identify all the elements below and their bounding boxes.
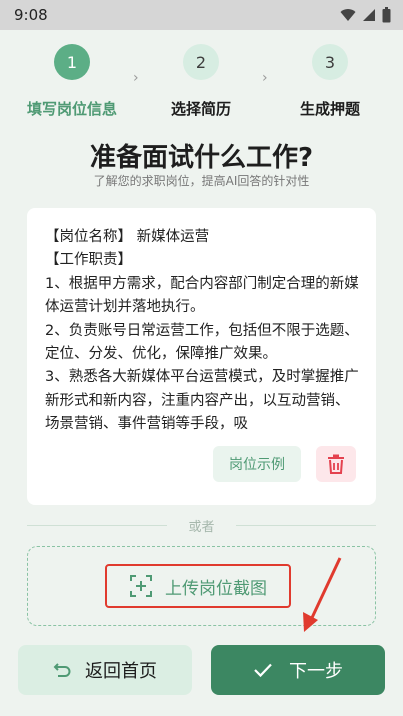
back-arrow-icon (53, 663, 71, 677)
status-bar: 9:08 (0, 0, 403, 30)
jd-line: 1、根据甲方需求，配合内容部门制定合理的新媒体运营计划并落地执行。 (45, 275, 359, 316)
or-divider: 或者 (27, 515, 376, 535)
step-1: 1 填写岗位信息 (12, 44, 132, 119)
step-3-circle: 3 (312, 44, 348, 80)
back-home-label: 返回首页 (85, 661, 157, 682)
back-home-button[interactable]: 返回首页 (18, 645, 192, 695)
step-3: 3 生成押题 (270, 44, 390, 119)
step-arrow-2: › (262, 70, 268, 86)
step-2-circle: 2 (183, 44, 219, 80)
page-title: 准备面试什么工作? (89, 143, 314, 173)
page-subtitle: 了解您的求职岗位，提高AI回答的针对性 (93, 174, 310, 188)
battery-icon (382, 7, 391, 23)
status-icons (340, 7, 391, 23)
upload-screenshot-button[interactable]: 上传岗位截图 (105, 564, 291, 608)
status-time: 9:08 (14, 6, 48, 24)
step-1-label: 填写岗位信息 (26, 100, 117, 118)
upload-label: 上传岗位截图 (165, 578, 267, 599)
step-1-circle: 1 (54, 44, 90, 80)
step-3-label: 生成押题 (299, 100, 360, 118)
signal-icon (363, 9, 375, 21)
step-arrow-1: › (133, 70, 139, 86)
wifi-icon (340, 9, 356, 21)
next-step-label: 下一步 (289, 661, 343, 682)
check-icon (254, 663, 272, 678)
clear-button[interactable] (316, 446, 356, 482)
trash-icon (328, 454, 344, 474)
divider-line-right (236, 525, 376, 526)
jd-line: 【岗位名称】 新媒体运营 (45, 229, 210, 245)
next-step-button[interactable]: 下一步 (211, 645, 385, 695)
add-image-icon (130, 575, 152, 597)
upload-screenshot-area[interactable]: 上传岗位截图 (27, 546, 376, 626)
jd-line: 3、熟悉各大新媒体平台运营模式，及时掌握推广新形式和新内容，注重内容产出，以互动… (45, 369, 359, 433)
job-description-textarea[interactable]: 【岗位名称】 新媒体运营 【工作职责】 1、根据甲方需求，配合内容部门制定合理的… (45, 226, 363, 438)
step-2-label: 选择简历 (170, 100, 231, 118)
job-description-card: 【岗位名称】 新媒体运营 【工作职责】 1、根据甲方需求，配合内容部门制定合理的… (27, 208, 376, 505)
jd-line: 2、负责账号日常运营工作，包括但不限于选题、定位、分发、优化，保障推广效果。 (45, 322, 359, 363)
job-sample-button[interactable]: 岗位示例 (213, 446, 301, 482)
step-2: 2 选择简历 (141, 44, 261, 119)
stepper: 1 填写岗位信息 › 2 选择简历 › 3 生成押题 (0, 44, 403, 120)
jd-line: 【工作职责】 (45, 252, 132, 269)
